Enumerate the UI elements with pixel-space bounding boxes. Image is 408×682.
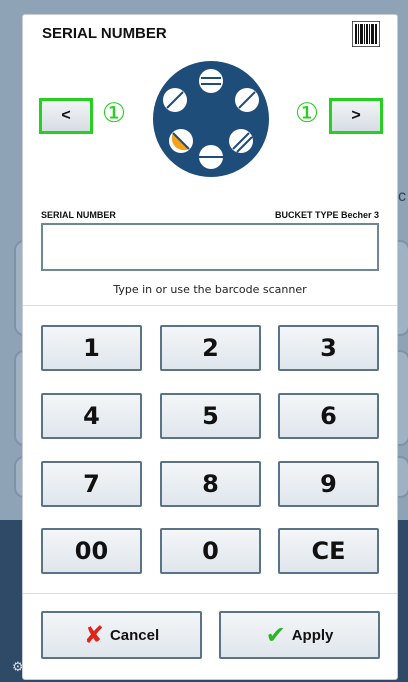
cancel-label: Cancel xyxy=(109,626,160,644)
bucket-top xyxy=(199,69,223,93)
key-7[interactable]: 7 xyxy=(41,461,142,507)
divider-bottom xyxy=(23,593,397,594)
key-label: CE xyxy=(311,537,346,565)
key-label: 00 xyxy=(74,537,109,565)
key-5[interactable]: 5 xyxy=(160,393,261,439)
key-label: 9 xyxy=(320,470,337,498)
bucket-type-label: BUCKET TYPE Becher 3 xyxy=(274,210,379,220)
key-label: 4 xyxy=(83,402,100,430)
serial-number-label: SERIAL NUMBER xyxy=(41,210,116,220)
key-3[interactable]: 3 xyxy=(278,325,379,371)
bucket-lower-left-active xyxy=(169,129,193,153)
background-partial-text: c xyxy=(398,188,406,205)
check-icon: ✔ xyxy=(265,621,286,649)
dialog-title: SERIAL NUMBER xyxy=(42,25,167,42)
key-9[interactable]: 9 xyxy=(278,461,379,507)
key-label: 1 xyxy=(83,334,100,362)
key-label: 6 xyxy=(320,402,337,430)
key-label: 8 xyxy=(202,470,219,498)
key-8[interactable]: 8 xyxy=(160,461,261,507)
key-6[interactable]: 6 xyxy=(278,393,379,439)
key-label: 2 xyxy=(202,334,219,362)
step-marker-right: ① xyxy=(294,98,320,129)
step-marker-left: ① xyxy=(101,98,127,129)
next-button-label: > xyxy=(351,107,361,124)
key-label: 0 xyxy=(202,537,219,565)
previous-bucket-button[interactable]: < xyxy=(39,98,93,134)
previous-button-label: < xyxy=(61,107,71,124)
barcode-icon[interactable] xyxy=(352,21,380,47)
key-label: 5 xyxy=(202,402,219,430)
key-2[interactable]: 2 xyxy=(160,325,261,371)
bucket-bottom xyxy=(199,145,223,169)
key-00[interactable]: 00 xyxy=(41,528,142,574)
bucket-upper-right xyxy=(235,88,259,112)
divider-top xyxy=(23,305,397,306)
key-0[interactable]: 0 xyxy=(160,528,261,574)
bucket-upper-left xyxy=(163,88,187,112)
key-clear-entry[interactable]: CE xyxy=(278,528,379,574)
key-1[interactable]: 1 xyxy=(41,325,142,371)
cancel-button[interactable]: ✘ Cancel xyxy=(41,611,202,659)
next-bucket-button[interactable]: > xyxy=(329,98,383,134)
x-icon: ✘ xyxy=(83,621,104,649)
apply-button[interactable]: ✔ Apply xyxy=(219,611,380,659)
key-label: 7 xyxy=(83,470,100,498)
serial-number-input[interactable] xyxy=(41,223,379,271)
bucket-lower-right xyxy=(229,129,253,153)
key-4[interactable]: 4 xyxy=(41,393,142,439)
input-hint: Type in or use the barcode scanner xyxy=(113,283,307,296)
apply-label: Apply xyxy=(291,626,334,644)
serial-number-dialog: SERIAL NUMBER < ① ① > SERIAL NUMBER BUCK… xyxy=(22,14,398,680)
key-label: 3 xyxy=(320,334,337,362)
rotor-diagram xyxy=(153,61,269,177)
